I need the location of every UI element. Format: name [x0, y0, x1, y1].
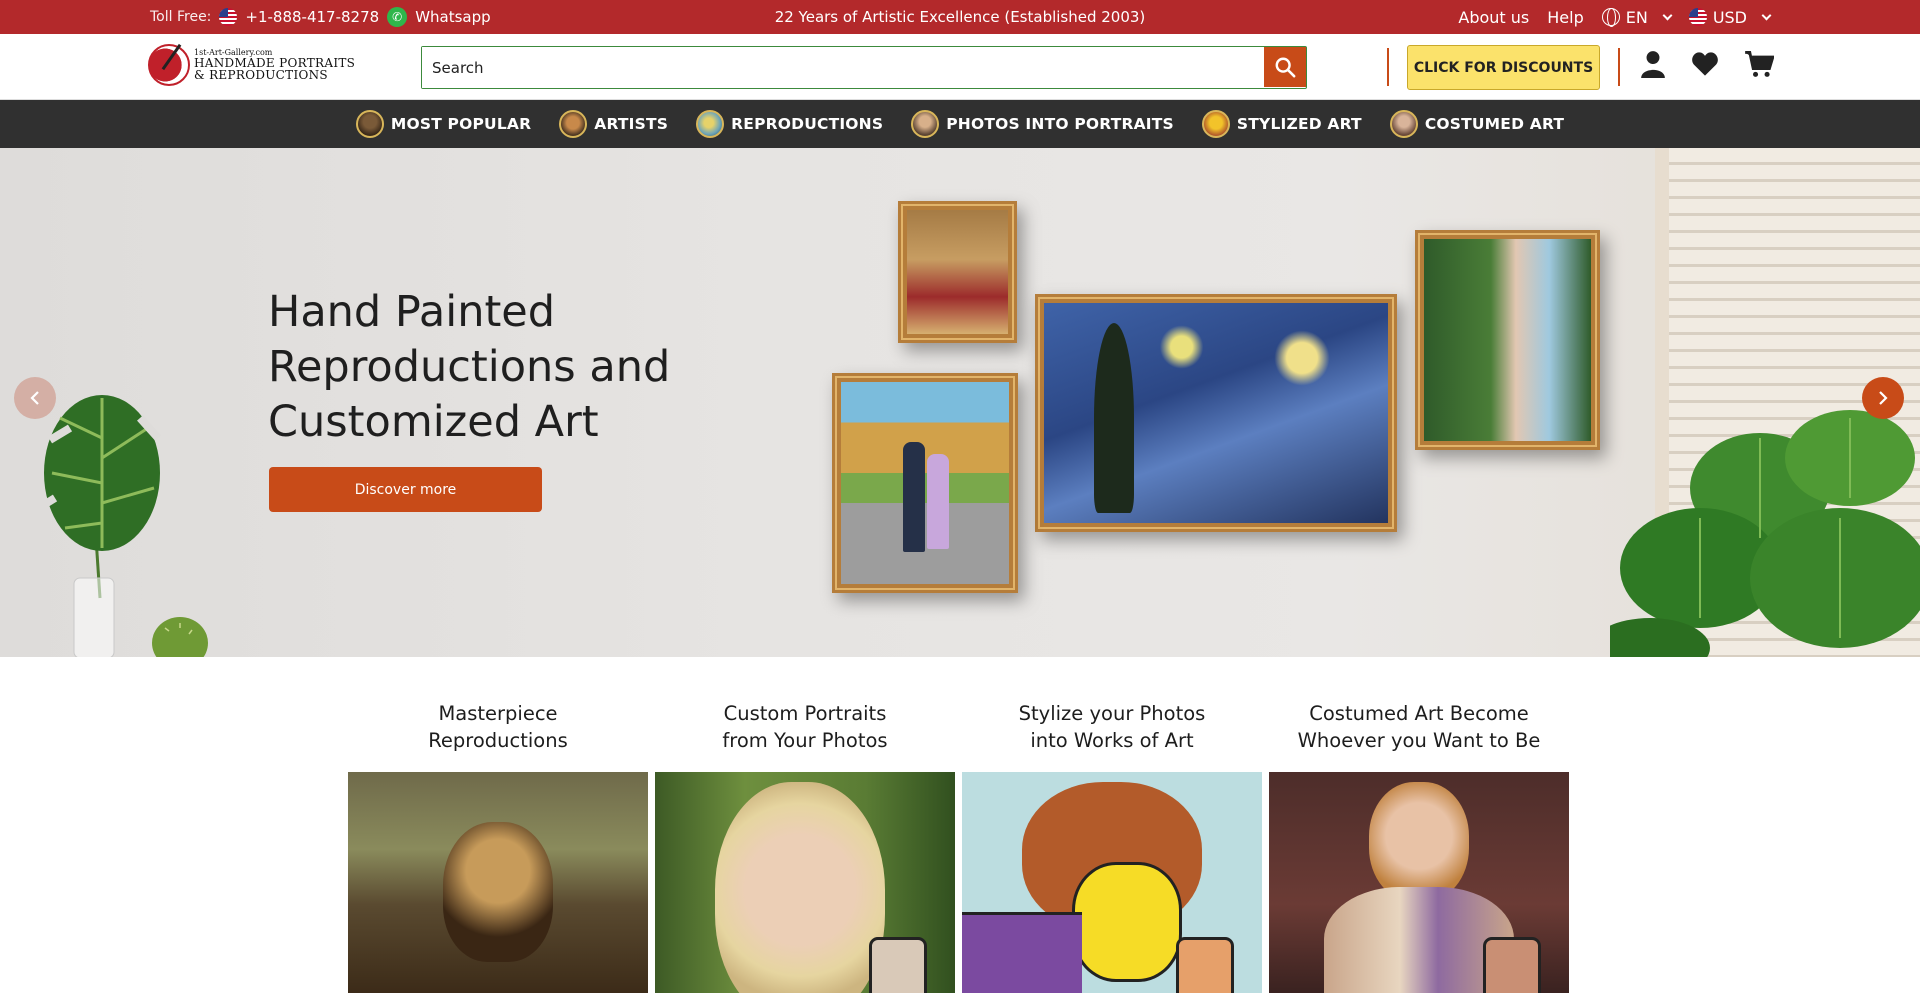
nav-costumed-art[interactable]: COSTUMED ART	[1389, 110, 1565, 138]
plant-left-image	[39, 395, 208, 657]
category-costumed-art[interactable]: Costumed Art Become Whoever you Want to …	[1269, 700, 1569, 993]
category-custom-portraits[interactable]: Custom Portraits from Your Photos	[655, 700, 955, 993]
costumed-art-image	[1269, 772, 1569, 993]
currency-value: USD	[1712, 7, 1747, 27]
carousel-next-button[interactable]	[1862, 377, 1904, 419]
mona-lisa-image	[348, 772, 648, 993]
heart-icon[interactable]	[1691, 51, 1719, 77]
costumed-thumb-icon	[1389, 110, 1418, 138]
most-popular-thumb-icon	[355, 110, 384, 138]
search-bar	[421, 46, 1307, 89]
category-title: Masterpiece Reproductions	[428, 702, 568, 752]
nav-label: STYLIZED ART	[1236, 115, 1362, 133]
chevron-down-icon	[1662, 10, 1673, 20]
us-flag-icon	[219, 8, 238, 26]
language-value: EN	[1625, 7, 1648, 27]
top-bar: Toll Free: +1-888-417-8278 ✆ Whatsapp 22…	[0, 0, 1920, 34]
category-title: Costumed Art Become Whoever you Want to …	[1297, 702, 1541, 752]
nav-label: PHOTOS INTO PORTRAITS	[946, 115, 1174, 133]
category-grid: Masterpiece Reproductions Custom Portrai…	[348, 700, 1572, 993]
logo-line3: & REPRODUCTIONS	[194, 68, 328, 82]
logo-mark	[148, 44, 190, 86]
divider	[1387, 48, 1389, 86]
nav-most-popular[interactable]: MOST POPULAR	[355, 110, 532, 138]
toll-free-label: Toll Free:	[150, 9, 212, 25]
chevron-down-icon	[1761, 10, 1772, 20]
hero-banner: Hand Painted Reproductions and Customize…	[0, 148, 1920, 657]
whatsapp-icon[interactable]: ✆	[387, 7, 408, 27]
nav-artists[interactable]: ARTISTS	[559, 110, 668, 138]
cart-icon[interactable]	[1744, 50, 1774, 78]
search-button[interactable]	[1264, 47, 1306, 87]
artists-thumb-icon	[559, 110, 588, 138]
user-icon[interactable]	[1640, 50, 1666, 78]
chevron-left-icon	[30, 391, 39, 405]
chevron-right-icon	[1879, 391, 1888, 405]
category-title: Custom Portraits from Your Photos	[722, 702, 888, 752]
main-nav: MOST POPULAR ARTISTS REPRODUCTIONS PHOTO…	[0, 100, 1920, 148]
category-stylize-photos[interactable]: Stylize your Photos into Works of Art	[962, 700, 1262, 993]
hero-title: Hand Painted Reproductions and Customize…	[268, 287, 671, 447]
about-link[interactable]: About us	[1458, 8, 1529, 27]
reproductions-thumb-icon	[696, 110, 725, 138]
carousel-prev-button[interactable]	[14, 377, 56, 419]
us-flag-icon	[1688, 8, 1707, 26]
starry-night-frame	[1035, 294, 1397, 532]
tagline: 22 Years of Artistic Excellence (Establi…	[774, 8, 1146, 26]
stylized-cartoon-image	[962, 772, 1262, 993]
globe-icon	[1601, 8, 1620, 27]
dog-portrait-frame	[898, 201, 1017, 343]
contact-group: Toll Free: +1-888-417-8278 ✆ Whatsapp	[150, 0, 491, 34]
nav-label: COSTUMED ART	[1424, 115, 1565, 133]
cartoon-couple-frame	[832, 373, 1018, 593]
discover-more-button[interactable]: Discover more	[269, 467, 542, 512]
divider	[1618, 48, 1620, 86]
phone-thumb-icon	[869, 937, 927, 993]
discounts-button[interactable]: CLICK FOR DISCOUNTS	[1407, 45, 1600, 90]
custom-portrait-image	[655, 772, 955, 993]
nav-reproductions[interactable]: REPRODUCTIONS	[696, 110, 883, 138]
currency-selector[interactable]: USD	[1688, 7, 1772, 27]
phone-thumb-icon	[1176, 937, 1234, 993]
nav-label: ARTISTS	[594, 115, 669, 133]
language-selector[interactable]: EN	[1601, 7, 1673, 27]
phone-thumb-icon	[1483, 937, 1541, 993]
stylized-thumb-icon	[1201, 110, 1230, 138]
nav-label: MOST POPULAR	[390, 115, 532, 133]
nav-stylized-art[interactable]: STYLIZED ART	[1201, 110, 1362, 138]
phone-link[interactable]: +1-888-417-8278	[245, 8, 379, 26]
woman-portrait-frame	[1415, 230, 1600, 450]
search-icon	[1275, 57, 1296, 78]
search-input[interactable]	[422, 47, 1264, 88]
category-title: Stylize your Photos into Works of Art	[1018, 702, 1206, 752]
nav-label: REPRODUCTIONS	[731, 115, 884, 133]
portraits-thumb-icon	[911, 110, 940, 138]
nav-photos-into-portraits[interactable]: PHOTOS INTO PORTRAITS	[911, 110, 1174, 138]
help-link[interactable]: Help	[1547, 8, 1583, 27]
header: 1st-Art-Gallery.com HANDMADE PORTRAITS &…	[0, 34, 1920, 100]
category-masterpiece-reproductions[interactable]: Masterpiece Reproductions	[348, 700, 648, 993]
whatsapp-link[interactable]: Whatsapp	[415, 8, 490, 26]
site-logo[interactable]: 1st-Art-Gallery.com HANDMADE PORTRAITS &…	[148, 44, 355, 86]
